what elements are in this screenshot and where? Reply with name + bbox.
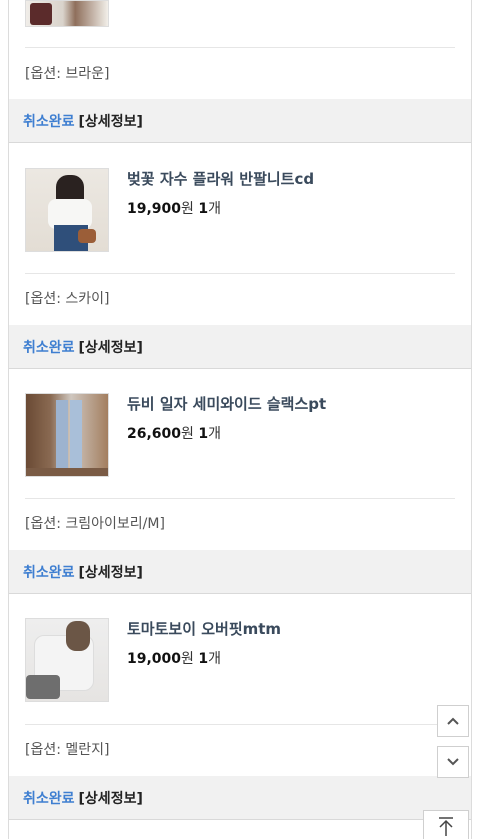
back-to-top-button[interactable]: [423, 810, 469, 839]
product-option: [옵션: 브라운]: [25, 66, 110, 82]
product-price: 26,600원 1개: [127, 423, 221, 443]
scroll-up-button[interactable]: [437, 705, 469, 737]
product-title[interactable]: 듀비 일자 세미와이드 슬랙스pt: [127, 393, 326, 414]
product-title[interactable]: 벚꽃 자수 플라워 반팔니트cd: [127, 168, 314, 189]
detail-info-link[interactable]: [상세정보]: [79, 562, 143, 582]
product-thumbnail[interactable]: [25, 168, 109, 252]
status-badge: 취소완료: [23, 564, 75, 581]
product-option: [옵션: 크림아이보리/M]: [25, 516, 165, 532]
product-thumbnail[interactable]: [25, 618, 109, 702]
quantity-value: 1: [198, 651, 209, 667]
price-unit: 원: [181, 651, 194, 667]
quantity-value: 1: [198, 201, 209, 217]
price-unit: 원: [181, 201, 194, 217]
product-option: [옵션: 스카이]: [25, 291, 110, 307]
detail-info-link[interactable]: [상세정보]: [79, 788, 143, 808]
order-status-bar: 취소완료 [상세정보]: [9, 99, 471, 143]
chevron-up-icon: [447, 717, 459, 725]
product-thumbnail[interactable]: [25, 393, 109, 477]
product-price: 19,900원 1개: [127, 198, 221, 218]
divider: [25, 498, 455, 499]
status-badge: 취소완료: [23, 113, 75, 130]
price-value: 19,000: [127, 651, 182, 667]
scroll-down-button[interactable]: [437, 746, 469, 778]
divider: [25, 724, 455, 725]
chevron-down-icon: [447, 758, 459, 766]
detail-info-link[interactable]: [상세정보]: [79, 111, 143, 131]
product-option: [옵션: 멜란지]: [25, 742, 110, 758]
price-value: 19,900: [127, 201, 182, 217]
quantity-value: 1: [198, 426, 209, 442]
product-price: 19,000원 1개: [127, 648, 221, 668]
arrow-up-to-top-icon: [439, 817, 453, 836]
quantity-unit: 개: [208, 651, 222, 667]
price-value: 26,600: [127, 426, 182, 442]
detail-info-link[interactable]: [상세정보]: [79, 337, 143, 357]
quantity-unit: 개: [208, 426, 222, 442]
quantity-unit: 개: [208, 201, 222, 217]
order-status-bar: 취소완료 [상세정보]: [9, 550, 471, 594]
status-badge: 취소완료: [23, 790, 75, 807]
divider: [25, 47, 455, 48]
divider: [25, 273, 455, 274]
status-badge: 취소완료: [23, 339, 75, 356]
price-unit: 원: [181, 426, 194, 442]
product-thumbnail[interactable]: [25, 0, 109, 27]
order-status-bar: 취소완료 [상세정보]: [9, 776, 471, 820]
order-status-bar: 취소완료 [상세정보]: [9, 325, 471, 369]
product-title[interactable]: 토마토보이 오버핏mtm: [127, 618, 281, 639]
